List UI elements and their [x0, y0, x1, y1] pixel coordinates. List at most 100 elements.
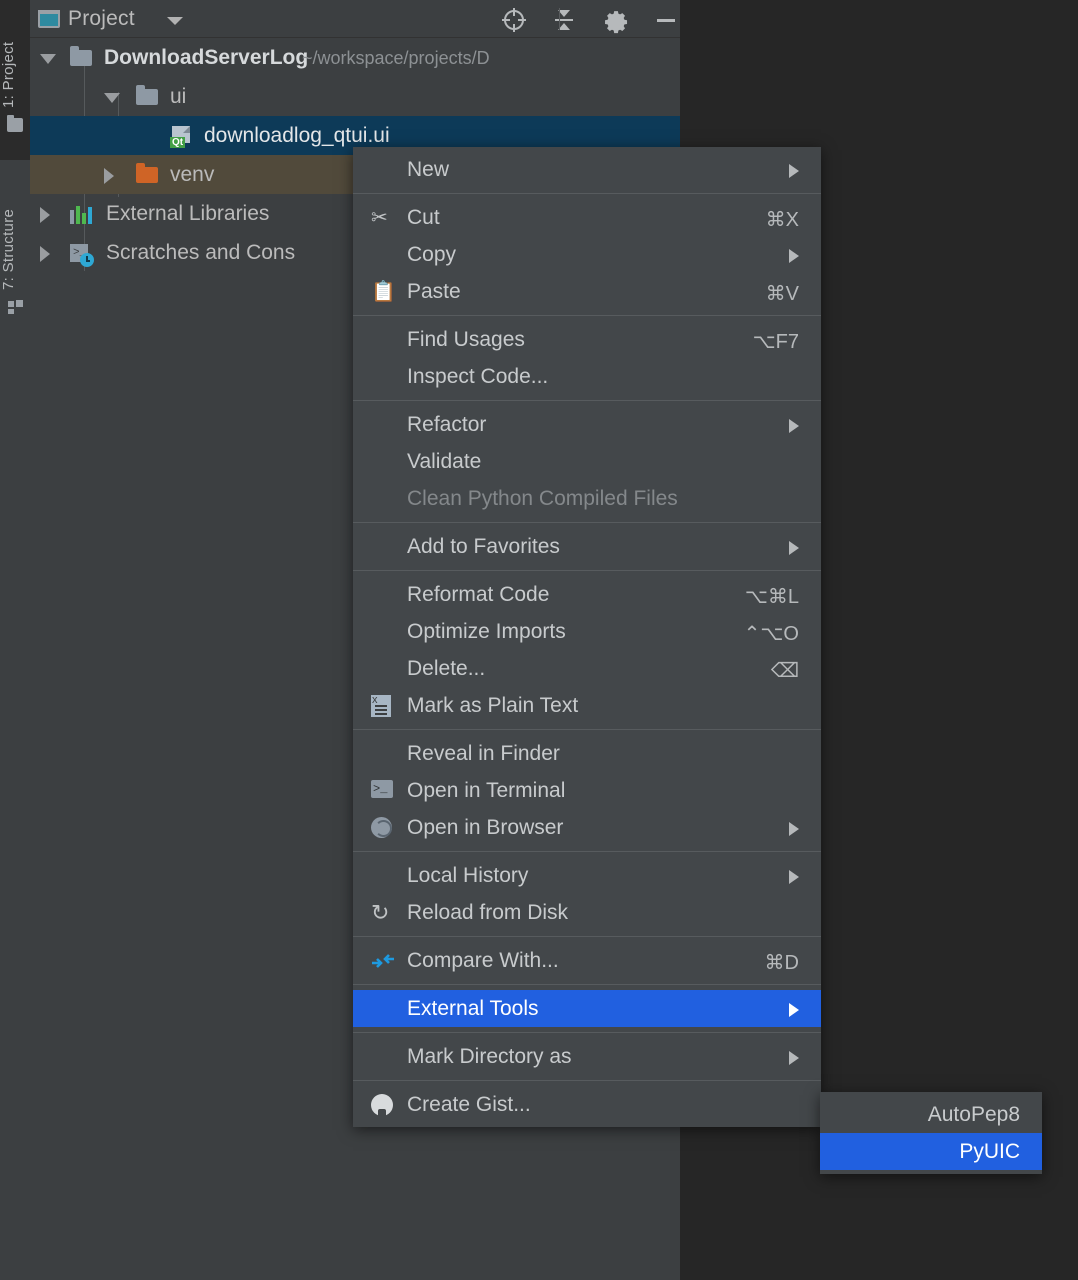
menu-item-label: Delete...: [407, 657, 486, 680]
menu-item-label: Copy: [407, 243, 457, 266]
menu-item-label: Refactor: [407, 413, 487, 436]
pycharm-window: 1: Project 7: Structure Project Download…: [0, 0, 1078, 1280]
menu-separator: [353, 522, 821, 523]
menu-item-find-usages[interactable]: Find Usages ⌥F7: [353, 321, 821, 358]
external-tools-submenu: AutoPep8 PyUIC: [820, 1092, 1042, 1174]
menu-item-cut[interactable]: ✂ Cut ⌘X: [353, 199, 821, 236]
rail-button-project[interactable]: 1: Project: [0, 6, 30, 110]
chevron-collapsed-icon[interactable]: [40, 246, 50, 262]
scratches-icon: [70, 244, 96, 267]
menu-item-delete[interactable]: Delete... ⌫: [353, 650, 821, 687]
menu-item-label: Mark as Plain Text: [407, 694, 579, 717]
menu-item-validate[interactable]: Validate: [353, 443, 821, 480]
menu-item-shortcut: ⌫: [770, 660, 799, 682]
chevron-down-icon[interactable]: [167, 17, 183, 25]
tree-row-label: Scratches and Cons: [106, 241, 296, 264]
menu-item-mark-as-plain-text[interactable]: Mark as Plain Text: [353, 687, 821, 724]
tree-row-label: External Libraries: [106, 202, 270, 225]
menu-item-label: Optimize Imports: [407, 620, 566, 643]
menu-item-mark-directory-as[interactable]: Mark Directory as: [353, 1038, 821, 1075]
menu-item-open-in-browser[interactable]: Open in Browser: [353, 809, 821, 846]
tree-row-downloadserverlog[interactable]: DownloadServerLog ~/workspace/projects/D: [30, 38, 680, 77]
menu-item-reveal-in-finder[interactable]: Reveal in Finder: [353, 735, 821, 772]
plain-text-icon: [371, 694, 395, 717]
folder-icon: [70, 46, 92, 66]
menu-item-external-tools[interactable]: External Tools: [353, 990, 821, 1027]
minimize-icon[interactable]: [652, 6, 680, 34]
menu-separator: [353, 936, 821, 937]
menu-item-label: External Tools: [407, 997, 539, 1020]
menu-item-copy[interactable]: Copy: [353, 236, 821, 273]
rail-button-structure[interactable]: 7: Structure: [0, 170, 30, 290]
locate-icon[interactable]: [500, 6, 528, 34]
menu-item-label: New: [407, 158, 450, 181]
gear-icon[interactable]: [602, 6, 630, 34]
menu-item-shortcut: ⌥F7: [752, 331, 799, 353]
chevron-right-icon: [789, 541, 799, 555]
folder-icon: [7, 115, 23, 132]
compare-icon: [371, 950, 395, 972]
menu-item-label: Reload from Disk: [407, 901, 569, 924]
menu-item-local-history[interactable]: Local History: [353, 857, 821, 894]
menu-item-label: Cut: [407, 206, 440, 229]
menu-item-new[interactable]: New: [353, 151, 821, 188]
clipboard-icon: 📋: [371, 281, 396, 303]
chevron-right-icon: [789, 419, 799, 433]
toolbar-separator: [559, 8, 560, 30]
chevron-expanded-icon[interactable]: [40, 54, 56, 64]
chevron-collapsed-icon[interactable]: [104, 168, 114, 184]
submenu-item-pyuic[interactable]: PyUIC: [820, 1133, 1042, 1170]
menu-item-label: Create Gist...: [407, 1093, 531, 1116]
submenu-item-label: PyUIC: [959, 1140, 1020, 1163]
menu-item-reload-from-disk[interactable]: ↻ Reload from Disk: [353, 894, 821, 931]
menu-item-inspect-code[interactable]: Inspect Code...: [353, 358, 821, 395]
chevron-right-icon: [789, 1051, 799, 1065]
menu-item-label: Find Usages: [407, 328, 525, 351]
tree-row-path: ~/workspace/projects/D: [302, 48, 490, 68]
tree-row-label: downloadlog_qtui.ui: [204, 124, 390, 147]
collapse-all-icon[interactable]: [550, 6, 578, 34]
menu-item-label: Clean Python Compiled Files: [407, 487, 678, 510]
tree-row-label: DownloadServerLog: [104, 46, 309, 69]
chevron-expanded-icon[interactable]: [104, 93, 120, 103]
menu-item-label: Mark Directory as: [407, 1045, 572, 1068]
menu-item-reformat-code[interactable]: Reformat Code ⌥⌘L: [353, 576, 821, 613]
menu-item-label: Reformat Code: [407, 583, 550, 606]
menu-item-add-to-favorites[interactable]: Add to Favorites: [353, 528, 821, 565]
menu-item-optimize-imports[interactable]: Optimize Imports ⌃⌥O: [353, 613, 821, 650]
structure-blocks-icon: [8, 300, 23, 314]
menu-item-label: Compare With...: [407, 949, 559, 972]
menu-separator: [353, 729, 821, 730]
menu-separator: [353, 984, 821, 985]
context-menu: New ✂ Cut ⌘X Copy 📋 Paste ⌘V Find Usages…: [353, 147, 821, 1127]
menu-item-create-gist[interactable]: Create Gist...: [353, 1086, 821, 1123]
menu-item-clean-python-compiled-files: Clean Python Compiled Files: [353, 480, 821, 517]
menu-item-refactor[interactable]: Refactor: [353, 406, 821, 443]
menu-item-shortcut: ⌘X: [765, 209, 799, 231]
reload-icon: ↻: [371, 900, 390, 925]
chevron-collapsed-icon[interactable]: [40, 207, 50, 223]
menu-item-shortcut: ⌘D: [764, 952, 799, 974]
menu-item-label: Open in Terminal: [407, 779, 566, 802]
submenu-item-label: AutoPep8: [927, 1103, 1020, 1126]
menu-item-shortcut: ⌥⌘L: [744, 586, 799, 608]
submenu-item-autopep8[interactable]: AutoPep8: [820, 1096, 1042, 1133]
menu-separator: [353, 1080, 821, 1081]
menu-item-label: Add to Favorites: [407, 535, 560, 558]
menu-separator: [353, 193, 821, 194]
menu-item-compare-with[interactable]: Compare With... ⌘D: [353, 942, 821, 979]
menu-item-label: Validate: [407, 450, 482, 473]
tree-row-label: venv: [170, 163, 215, 186]
tree-row-ui[interactable]: ui: [30, 77, 680, 116]
folder-icon: [136, 85, 158, 105]
chevron-right-icon: [789, 870, 799, 884]
menu-item-label: Reveal in Finder: [407, 742, 560, 765]
menu-item-paste[interactable]: 📋 Paste ⌘V: [353, 273, 821, 310]
globe-icon: [371, 817, 395, 839]
chevron-right-icon: [789, 822, 799, 836]
project-panel-header: Project: [30, 0, 680, 38]
menu-item-open-in-terminal[interactable]: Open in Terminal: [353, 772, 821, 809]
menu-separator: [353, 570, 821, 571]
terminal-icon: [371, 780, 395, 802]
menu-separator: [353, 315, 821, 316]
